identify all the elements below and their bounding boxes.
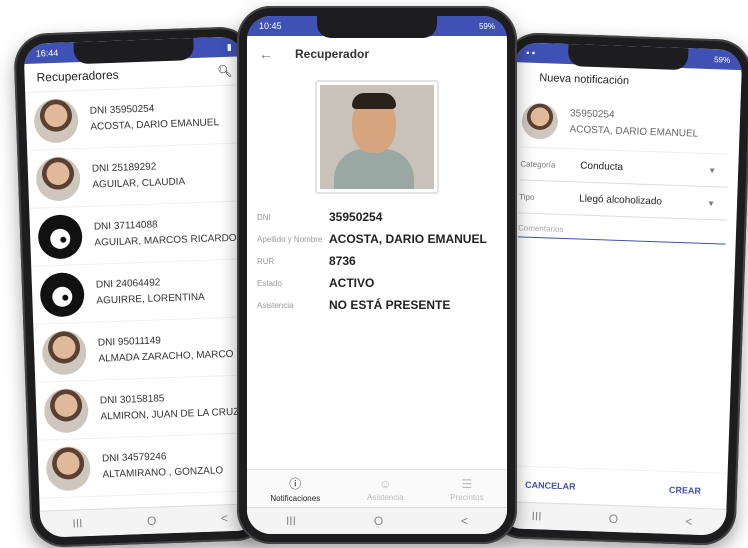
status-time: 10:45: [259, 21, 282, 31]
list-icon: ☰: [461, 476, 473, 491]
list-item[interactable]: DNI 24064492 AGUIRRE, LORENTINA: [31, 259, 254, 325]
chevron-down-icon: ▼: [708, 165, 717, 175]
detail-row: Estado ACTIVO: [257, 276, 497, 290]
avatar: [35, 155, 81, 202]
recents-button[interactable]: III: [72, 516, 82, 530]
tab-asistencia[interactable]: ☺ Asistencia: [367, 477, 403, 502]
avatar: [43, 387, 90, 433]
categoria-label: Categoría: [520, 158, 556, 170]
detail-label: DNI: [257, 213, 271, 222]
selected-user: 35950254 ACOSTA, DARIO EMANUEL: [520, 92, 731, 155]
recents-button[interactable]: III: [531, 509, 541, 523]
item-name: ALTAMIRANO , GONZALO: [102, 464, 224, 480]
create-button[interactable]: CREAR: [669, 485, 701, 496]
battery-icon: ▮: [226, 41, 232, 52]
tab-precintos[interactable]: ☰ Precintos: [450, 477, 483, 502]
list-item[interactable]: DNI 30158185 ALMIRON, JUAN DE LA CRUZ: [35, 375, 258, 441]
cancel-button[interactable]: CANCELAR: [525, 480, 576, 492]
tipo-select[interactable]: Tipo Llegó alcoholizado ▼: [518, 180, 728, 221]
item-name: AGUIRRE, LORENTINA: [96, 291, 205, 307]
profile-photo: [315, 80, 439, 194]
notch: [317, 16, 437, 38]
detail-row: DNI 35950254: [257, 210, 497, 224]
detail-value: 8736: [329, 254, 356, 268]
detail-label: Asistencia: [257, 301, 294, 310]
back-button[interactable]: <: [461, 514, 468, 528]
categoria-value: Conducta: [580, 160, 624, 173]
home-button[interactable]: O: [374, 514, 383, 528]
recents-button[interactable]: III: [286, 514, 296, 528]
system-nav-bar: III O <: [247, 507, 507, 534]
home-button[interactable]: O: [609, 512, 619, 526]
detail-label: Estado: [257, 279, 282, 288]
phone-nueva-notificacion: ▪ ▪ 59% Nueva notificación 35950254 ACOS…: [487, 31, 748, 547]
tab-label: Notificaciones: [270, 494, 321, 503]
tab-label: Asistencia: [366, 492, 404, 502]
page-title: Nueva notificación: [539, 72, 630, 88]
avatar: [33, 97, 79, 144]
screen-detail: 10:45 59% ← Recuperador DNI 35950254 Ape…: [247, 16, 507, 534]
screen-list: 16:44 ▮ Recuperadores 🔍︎ DNI 35950254 AC…: [23, 36, 261, 538]
list-item[interactable]: DNI 35950254 ACOSTA, DARIO EMANUEL: [25, 85, 248, 151]
search-icon[interactable]: 🔍︎: [217, 64, 233, 79]
tipo-label: Tipo: [519, 191, 535, 202]
back-arrow-icon[interactable]: ←: [259, 46, 273, 62]
list-item[interactable]: DNI 25189292 AGUILAR, CLAUDIA: [27, 143, 250, 209]
home-button[interactable]: O: [147, 514, 157, 528]
detail-value: ACTIVO: [329, 276, 375, 290]
detail-value: 35950254: [329, 210, 383, 224]
avatar: [521, 102, 559, 140]
detail-value: NO ESTÁ PRESENTE: [329, 298, 451, 312]
list-item[interactable]: DNI 37114088 AGUILAR, MARCOS RICARDO: [29, 201, 252, 267]
detail-label: RUR: [257, 257, 275, 266]
default-avatar-icon: [39, 271, 85, 318]
page-title: Recuperadores: [36, 67, 119, 85]
status-time: 16:44: [35, 47, 59, 59]
page-title: Recuperador: [295, 47, 370, 61]
bottom-tabs: ⓘ Notificaciones ☺ Asistencia ☰ Precinto…: [247, 469, 507, 508]
list-item[interactable]: DNI 34579246 ALTAMIRANO , GONZALO: [37, 433, 260, 499]
notch: [73, 38, 195, 65]
status-icons: ▪ ▪: [526, 47, 536, 58]
detail-row: Apellido y Nombre ACOSTA, DARIO EMANUEL: [257, 232, 497, 246]
list-item[interactable]: DNI 95011149 ALMADA ZARACHO, MARCO: [33, 317, 256, 383]
battery-level: 59%: [713, 54, 731, 65]
phone-recuperadores-list: 16:44 ▮ Recuperadores 🔍︎ DNI 35950254 AC…: [13, 25, 271, 548]
detail-row: Asistencia NO ESTÁ PRESENTE: [257, 298, 497, 312]
comments-input[interactable]: Comentarios: [517, 223, 727, 245]
detail-value: ACOSTA, DARIO EMANUEL: [329, 232, 487, 246]
tab-label: Precintos: [450, 492, 484, 502]
back-button[interactable]: <: [685, 514, 692, 528]
screen-notification: ▪ ▪ 59% Nueva notificación 35950254 ACOS…: [497, 42, 743, 536]
user-name: ACOSTA, DARIO EMANUEL: [569, 124, 699, 140]
chevron-down-icon: ▼: [706, 198, 716, 208]
detail-label: Apellido y Nombre: [257, 235, 323, 244]
default-avatar-icon: [37, 213, 83, 260]
alert-icon: ⓘ: [289, 477, 302, 491]
item-name: AGUILAR, CLAUDIA: [92, 175, 186, 191]
person-check-icon: ☺: [379, 476, 392, 491]
avatar: [41, 329, 87, 376]
app-bar: ← Recuperador: [247, 36, 507, 72]
back-button[interactable]: <: [221, 511, 228, 525]
avatar: [45, 445, 92, 491]
battery-level: 59%: [478, 21, 495, 31]
tipo-value: Llegó alcoholizado: [578, 193, 663, 207]
detail-fields: DNI 35950254 Apellido y Nombre ACOSTA, D…: [247, 210, 507, 312]
phone-recuperador-detail: 10:45 59% ← Recuperador DNI 35950254 Ape…: [237, 6, 517, 544]
recuperadores-list: DNI 35950254 ACOSTA, DARIO EMANUEL DNI 2…: [25, 85, 260, 499]
system-nav-bar: III O <: [39, 503, 261, 538]
tab-notificaciones[interactable]: ⓘ Notificaciones: [270, 475, 320, 503]
detail-row: RUR 8736: [257, 254, 497, 268]
notch: [567, 44, 689, 71]
